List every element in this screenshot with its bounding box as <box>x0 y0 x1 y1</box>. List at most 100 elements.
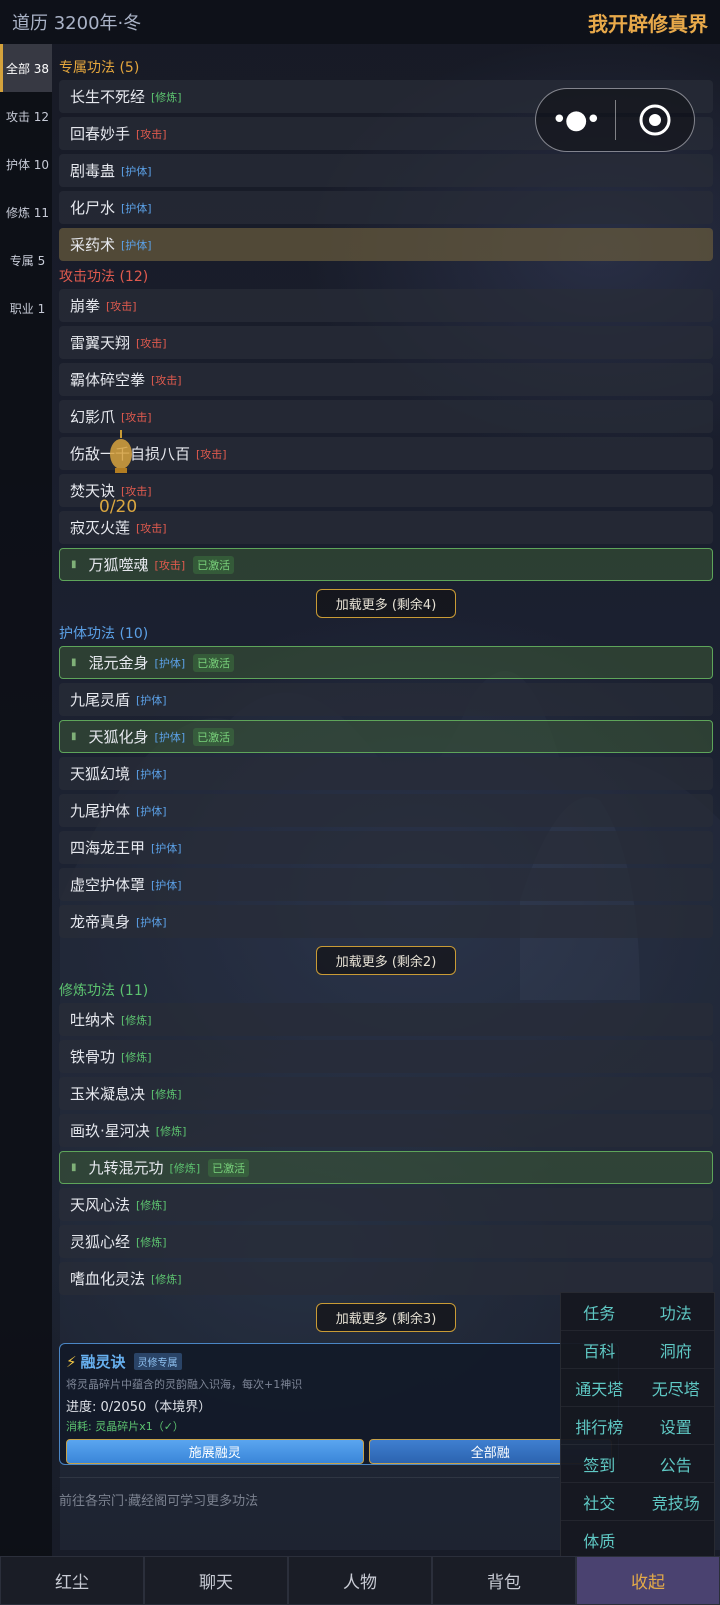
list-item[interactable]: 化尸水 [护体] <box>59 191 713 224</box>
technique-name: 九转混元功 <box>88 1159 164 1177</box>
list-item[interactable]: 崩拳 [攻击] <box>59 289 713 322</box>
list-item-activated[interactable]: ▮ 混元金身 [护体] 已激活 <box>59 646 713 679</box>
list-item[interactable]: 幻影爪 [攻击] <box>59 400 713 433</box>
menu-item-cave[interactable]: 洞府 <box>637 1331 714 1369</box>
load-more-attack-button[interactable]: 加载更多 (剩余4) <box>316 589 456 618</box>
technique-tag: [修炼] <box>136 1198 167 1212</box>
technique-name: 霸体碎空拳 <box>70 371 146 389</box>
load-more-cultivation-button[interactable]: 加载更多 (剩余3) <box>316 1303 456 1332</box>
technique-name: 嗜血化灵法 <box>70 1270 146 1288</box>
filter-sidebar: 全部 38 攻击 12 护体 10 修炼 11 专属 5 职业 1 <box>0 44 52 1556</box>
list-item[interactable]: 画玖·星河决 [修炼] <box>59 1114 713 1147</box>
technique-name: 混元金身 <box>88 654 149 672</box>
technique-name: 万狐噬魂 <box>88 556 149 574</box>
list-item[interactable]: 九尾护体 [护体] <box>59 794 713 827</box>
tab-inventory[interactable]: 背包 <box>432 1556 576 1605</box>
filter-attack[interactable]: 攻击 12 <box>0 92 52 140</box>
menu-item-arena[interactable]: 竞技场 <box>637 1483 714 1521</box>
technique-tag: [修炼] <box>151 90 182 104</box>
section-title-exclusive: 专属功法 (5) <box>59 60 140 76</box>
menu-item-checkin[interactable]: 签到 <box>561 1445 638 1483</box>
technique-tag: [护体] <box>136 915 167 929</box>
list-item[interactable]: 嗜血化灵法 [修炼] <box>59 1262 713 1295</box>
activated-badge: 已激活 <box>193 727 235 746</box>
tab-character[interactable]: 人物 <box>288 1556 432 1605</box>
list-item[interactable]: 虚空护体罩 [护体] <box>59 868 713 901</box>
tab-chat[interactable]: 聊天 <box>144 1556 288 1605</box>
section-title-attack: 攻击功法 (12) <box>59 269 149 285</box>
lightning-icon: ⚡ <box>66 1352 77 1371</box>
activated-badge: 已激活 <box>193 555 235 574</box>
list-item[interactable]: 天狐幻境 [护体] <box>59 757 713 790</box>
filter-defense[interactable]: 护体 10 <box>0 140 52 188</box>
list-item[interactable]: 四海龙王甲 [护体] <box>59 831 713 864</box>
more-options-icon[interactable]: •●• <box>536 105 615 135</box>
technique-name: 九尾护体 <box>70 802 131 820</box>
menu-item-tower[interactable]: 通天塔 <box>561 1369 638 1407</box>
panel-badge: 灵修专属 <box>133 1353 182 1370</box>
list-item[interactable]: 霸体碎空拳 [攻击] <box>59 363 713 396</box>
menu-item-constitution[interactable]: 体质 <box>561 1521 638 1559</box>
list-item[interactable]: 伤敌一千自损八百[攻击] <box>59 437 713 470</box>
filter-all[interactable]: 全部 38 <box>0 44 52 92</box>
panel-description: 将灵晶碎片中蕴含的灵韵融入识海，每次+1神识 <box>66 1378 303 1391</box>
technique-name: 龙帝真身 <box>70 913 131 931</box>
menu-item-settings[interactable]: 设置 <box>637 1407 714 1445</box>
activated-badge: 已激活 <box>208 1158 250 1177</box>
menu-item-techniques[interactable]: 功法 <box>637 1293 714 1331</box>
lantern-icon[interactable] <box>106 430 136 480</box>
top-bar: 道历 3200年·冬 我开辟修真界 <box>0 0 720 44</box>
technique-tag: [修炼] <box>121 1013 152 1027</box>
list-item[interactable]: 九尾灵盾 [护体] <box>59 683 713 716</box>
list-item-activated[interactable]: ▮ 天狐化身 [护体] 已激活 <box>59 720 713 753</box>
list-item[interactable]: 天风心法 [修炼] <box>59 1188 713 1221</box>
technique-tag: [护体] <box>121 164 152 178</box>
tab-world[interactable]: 红尘 <box>0 1556 144 1605</box>
filter-cultivation[interactable]: 修炼 11 <box>0 188 52 236</box>
close-target-icon[interactable] <box>616 103 695 137</box>
list-item[interactable]: 灵狐心经 [修炼] <box>59 1225 713 1258</box>
active-dot-icon: ▮ <box>71 657 77 668</box>
perform-fusion-button[interactable]: 施展融灵 <box>66 1439 364 1464</box>
panel-progress: 进度: 0/2050（本境界） <box>66 1400 212 1415</box>
technique-tag: [护体] <box>136 767 167 781</box>
technique-name: 剧毒蛊 <box>70 162 116 180</box>
menu-item-wiki[interactable]: 百科 <box>561 1331 638 1369</box>
menu-item-leaderboard[interactable]: 排行榜 <box>561 1407 638 1445</box>
technique-tag: [攻击] <box>154 558 186 572</box>
list-item[interactable]: 铁骨功 [修炼] <box>59 1040 713 1073</box>
technique-name: 天狐幻境 <box>70 765 131 783</box>
bottom-tab-bar: 红尘 聊天 人物 背包 收起 <box>0 1556 720 1605</box>
technique-tag: [攻击] <box>106 299 137 313</box>
technique-name: 九尾灵盾 <box>70 691 131 709</box>
list-item-activated[interactable]: ▮ 九转混元功 [修炼] 已激活 <box>59 1151 713 1184</box>
list-item[interactable]: 寂灭火莲 [攻击] <box>59 511 713 544</box>
menu-item-announcement[interactable]: 公告 <box>637 1445 714 1483</box>
filter-exclusive[interactable]: 专属 5 <box>0 236 52 284</box>
list-item[interactable]: 剧毒蛊 [护体] <box>59 154 713 187</box>
technique-tag: [攻击] <box>136 521 167 535</box>
game-date: 道历 3200年·冬 <box>12 13 142 34</box>
tab-collapse[interactable]: 收起 <box>576 1556 720 1605</box>
list-item[interactable]: 雷翼天翔 [攻击] <box>59 326 713 359</box>
menu-item-social[interactable]: 社交 <box>561 1483 638 1521</box>
section-title-cultivation: 修炼功法 (11) <box>59 983 149 999</box>
technique-name: 玉米凝息决 <box>70 1085 146 1103</box>
list-item[interactable]: 吐纳术 [修炼] <box>59 1003 713 1036</box>
panel-title: 融灵诀 <box>80 1353 126 1371</box>
technique-tag: [攻击] <box>136 127 167 141</box>
activated-badge: 已激活 <box>193 653 235 672</box>
filter-profession[interactable]: 职业 1 <box>0 284 52 332</box>
technique-name: 铁骨功 <box>70 1048 116 1066</box>
list-item-activated[interactable]: ▮ 万狐噬魂 [攻击] 已激活 <box>59 548 713 581</box>
list-item[interactable]: 焚天诀 [攻击] <box>59 474 713 507</box>
list-item[interactable]: 玉米凝息决 [修炼] <box>59 1077 713 1110</box>
technique-name: 四海龙王甲 <box>70 839 146 857</box>
menu-item-endless-tower[interactable]: 无尽塔 <box>637 1369 714 1407</box>
list-item[interactable]: 采药术 [护体] <box>59 228 713 261</box>
load-more-defense-button[interactable]: 加载更多 (剩余2) <box>316 946 456 975</box>
technique-name: 寂灭火莲 <box>70 519 131 537</box>
list-item[interactable]: 龙帝真身 [护体] <box>59 905 713 938</box>
fusion-panel: ⚡ 融灵诀 灵修专属 将灵晶碎片中蕴含的灵韵融入识海，每次+1神识 进度: 0/20… <box>59 1343 619 1465</box>
menu-item-tasks[interactable]: 任务 <box>561 1293 638 1331</box>
